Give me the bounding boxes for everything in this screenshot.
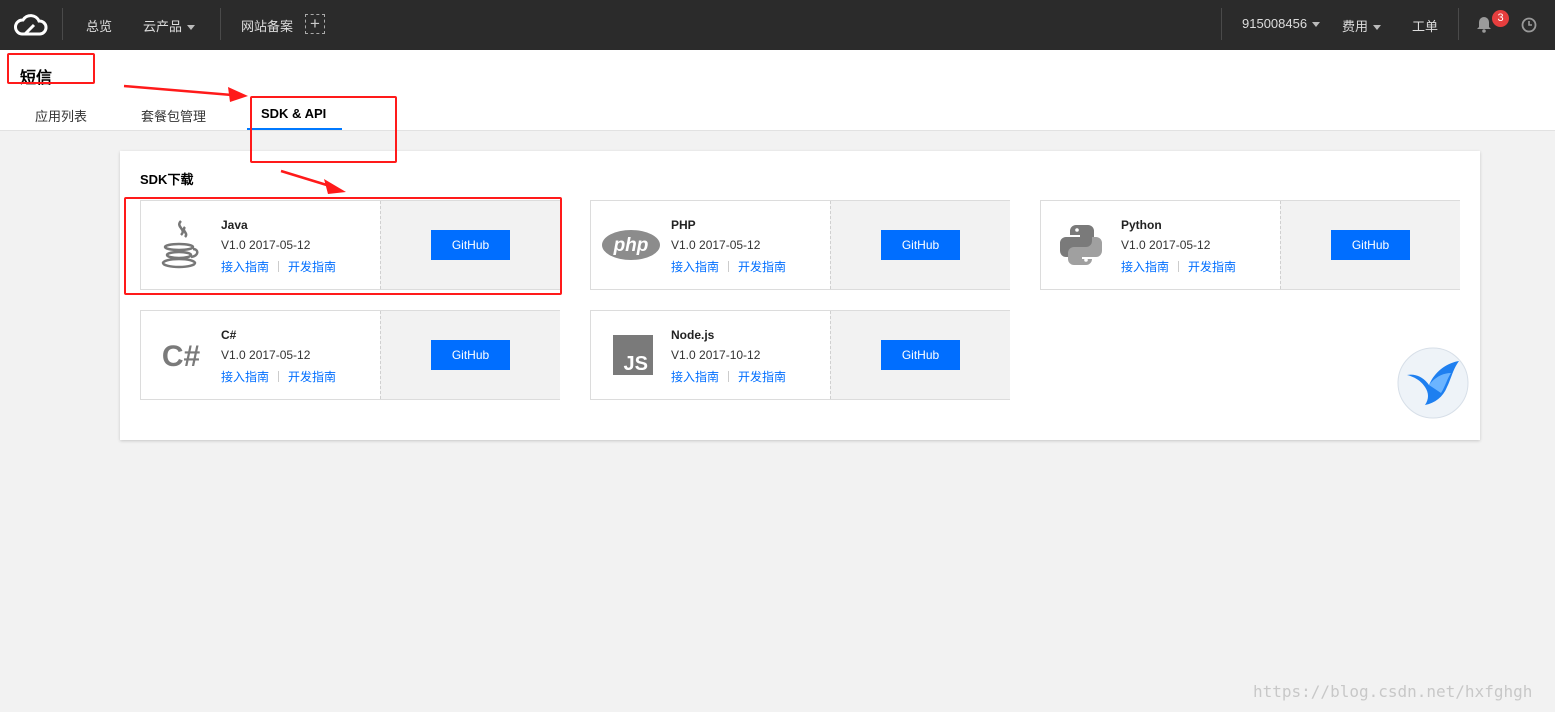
access-guide-link[interactable]: 接入指南 [1121,260,1169,274]
access-guide-link[interactable]: 接入指南 [221,370,269,384]
sdk-download-area: GitHub [1280,201,1460,289]
sdk-name: PHP [671,218,696,232]
access-guide-link[interactable]: 接入指南 [671,370,719,384]
dev-guide-link[interactable]: 开发指南 [738,260,786,274]
sdk-guide-links: 接入指南 开发指南 [671,258,786,275]
link-divider [278,371,280,382]
github-button[interactable]: GitHub [431,340,510,370]
nav-divider [62,8,63,40]
link-divider [1178,261,1180,272]
chevron-down-icon [187,25,196,31]
billing-label: 费用 [1342,19,1369,34]
top-navigation-bar: 总览 云产品 网站备案 + 915008456 费用 工单 3 [0,0,1555,50]
account-menu[interactable]: 915008456 [1242,16,1321,31]
sdk-card-nodejs: JS Node.js V1.0 2017-10-12 接入指南 开发指南 GitH… [590,310,1010,400]
watermark-text: https://blog.csdn.net/hxfghgh [1253,682,1533,701]
python-icon [1060,225,1102,265]
nav-divider [1458,8,1459,40]
tab-package-management[interactable]: 套餐包管理 [141,106,206,125]
nav-overview[interactable]: 总览 [86,16,112,35]
dev-guide-link[interactable]: 开发指南 [1188,260,1236,274]
nav-divider [1221,8,1222,40]
nav-icp-filing[interactable]: 网站备案 [241,16,293,35]
sdk-version: V1.0 2017-05-12 [1121,238,1211,252]
link-divider [728,261,730,272]
sdk-guide-links: 接入指南 开发指南 [1121,258,1236,275]
bell-icon[interactable] [1476,16,1492,33]
annotation-box-title [7,53,95,84]
dev-guide-link[interactable]: 开发指南 [738,370,786,384]
sdk-name: C# [221,328,237,342]
github-button[interactable]: GitHub [1331,230,1410,260]
chevron-down-icon [1373,25,1382,31]
annotation-arrow-icon [123,84,248,102]
sdk-guide-links: 接入指南 开发指南 [671,368,786,385]
nav-cloud-products[interactable]: 云产品 [143,16,196,35]
annotation-box-java [124,197,562,295]
svg-text:JS: JS [624,353,648,375]
sdk-download-area: GitHub [830,311,1010,399]
nodejs-icon: JS [613,335,653,375]
tickets-link[interactable]: 工单 [1412,16,1438,35]
sdk-guide-links: 接入指南 开发指南 [221,368,336,385]
chevron-down-icon [1312,22,1321,28]
php-icon: php [602,230,660,260]
sdk-version: V1.0 2017-05-12 [221,348,311,362]
link-divider [728,371,730,382]
cloud-logo-icon[interactable] [12,10,50,40]
sdk-card-python: Python V1.0 2017-05-12 接入指南 开发指南 GitHub [1040,200,1460,290]
sdk-version: V1.0 2017-05-12 [671,238,761,252]
annotation-box-tab [250,96,397,163]
billing-menu[interactable]: 费用 [1342,16,1382,35]
notification-count-badge: 3 [1492,10,1509,27]
nav-divider [220,8,221,40]
sdk-name: Python [1121,218,1162,232]
sdk-download-area: GitHub [830,201,1010,289]
dev-guide-link[interactable]: 开发指南 [288,370,336,384]
sdk-version: V1.0 2017-10-12 [671,348,761,362]
svg-text:php: php [613,235,649,256]
svg-text:C#: C# [162,340,201,373]
nav-cloud-products-label: 云产品 [143,19,183,34]
sdk-card-php: php PHP V1.0 2017-05-12 接入指南 开发指南 GitHub [590,200,1010,290]
github-button[interactable]: GitHub [881,340,960,370]
csharp-icon: C# [162,340,201,373]
access-guide-link[interactable]: 接入指南 [671,260,719,274]
annotation-arrow-icon [280,169,346,194]
section-title: SDK下载 [140,172,194,187]
sdk-download-area: GitHub [380,311,560,399]
sdk-card-csharp: C# C# V1.0 2017-05-12 接入指南 开发指南 GitHub [140,310,560,400]
sdk-name: Node.js [671,328,715,342]
add-shortcut-icon[interactable]: + [305,14,325,34]
tab-app-list[interactable]: 应用列表 [35,106,87,125]
bird-widget-icon[interactable] [1397,347,1469,419]
github-button[interactable]: GitHub [881,230,960,260]
clock-icon[interactable] [1521,17,1537,33]
account-id: 915008456 [1242,16,1308,31]
